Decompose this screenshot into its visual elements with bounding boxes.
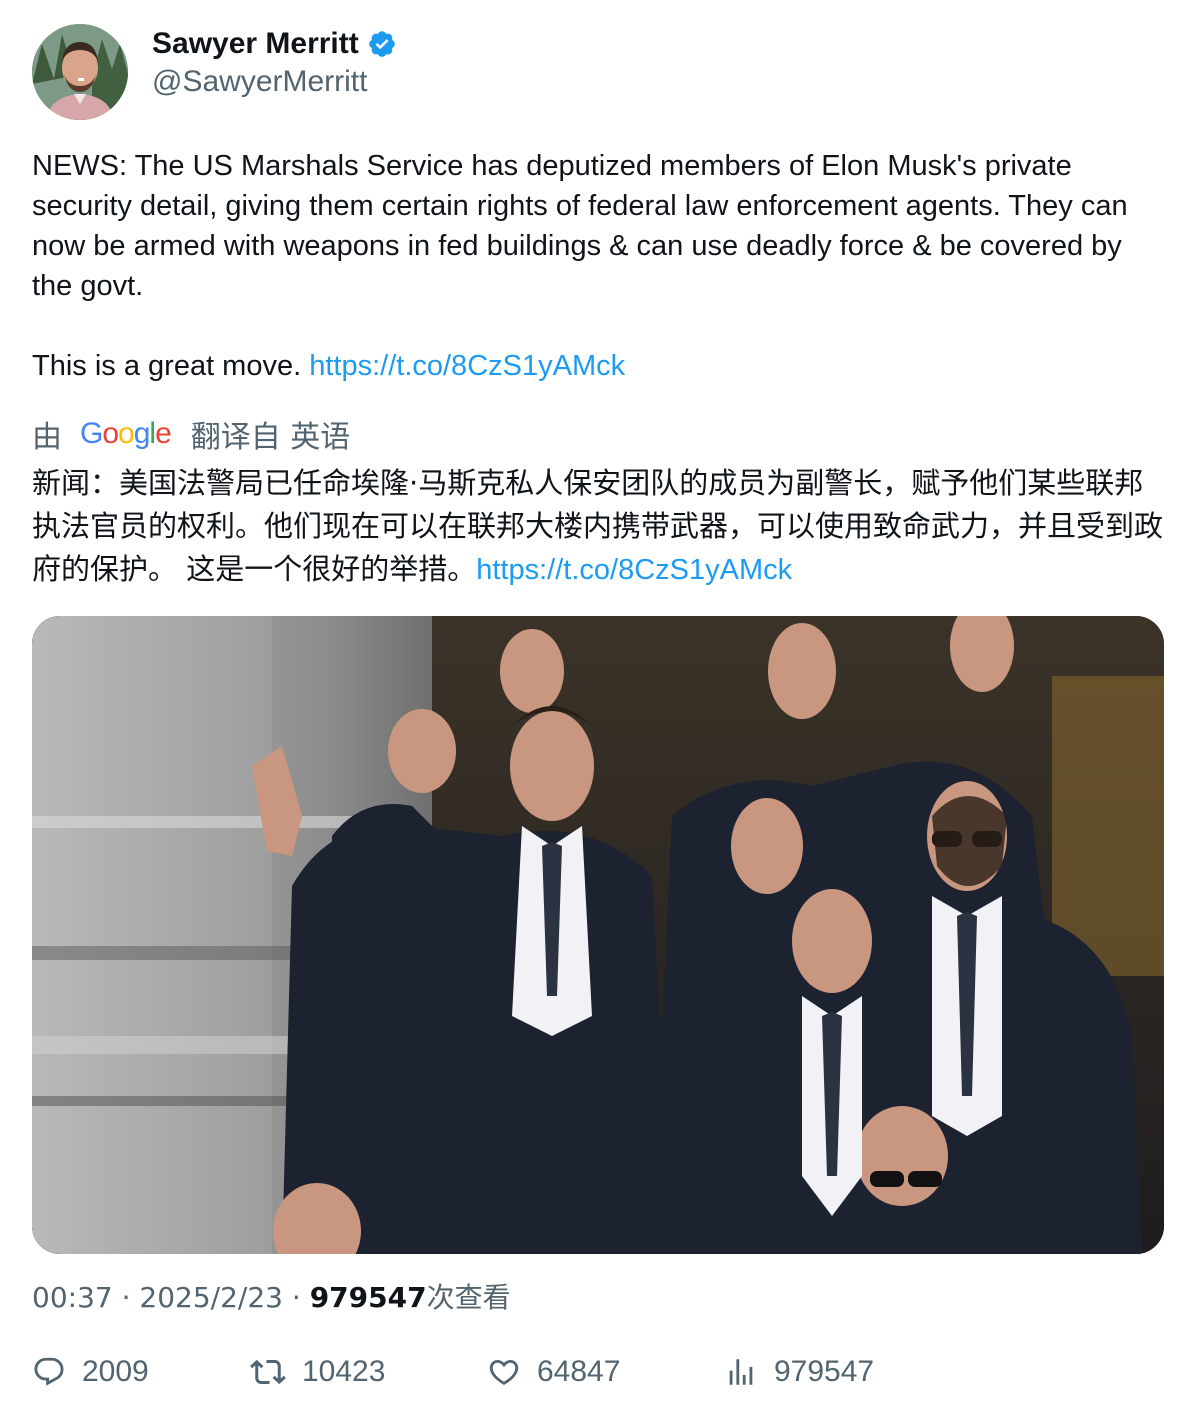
tweet: Sawyer Merritt @SawyerMerritt NEWS: The … (32, 24, 1164, 1316)
translated-link[interactable]: https://t.co/8CzS1yAMck (476, 554, 792, 586)
translation-attribution: 由 Google 翻译自 英语 (32, 412, 1164, 456)
retweet-icon (250, 1359, 286, 1385)
heart-icon (489, 1359, 519, 1385)
views-label: 次查看 (426, 1281, 511, 1314)
google-logo: Google (80, 417, 172, 450)
retweet-count: 10423 (302, 1355, 386, 1388)
author-names: Sawyer Merritt @SawyerMerritt (152, 24, 397, 102)
reply-icon (34, 1357, 64, 1386)
tweet-meta: 00:37 · 2025/2/23 · 979547次查看 (32, 1280, 1164, 1316)
author-display-name[interactable]: Sawyer Merritt (152, 26, 359, 62)
tweet-header: Sawyer Merritt @SawyerMerritt (32, 24, 1164, 120)
like-button[interactable]: 64847 (487, 1348, 620, 1396)
tweet-link[interactable]: https://t.co/8CzS1yAMck (309, 350, 625, 382)
verified-badge-icon (367, 29, 397, 59)
reply-button[interactable]: 2009 (32, 1348, 149, 1396)
translated-from-label[interactable]: 翻译自 英语 (191, 412, 351, 456)
tweet-text-main: NEWS: The US Marshals Service has deputi… (32, 150, 1128, 382)
tweet-date[interactable]: 2025/2/23 (139, 1281, 283, 1314)
avatar[interactable] (32, 24, 128, 120)
display-name-row: Sawyer Merritt (152, 26, 397, 62)
analytics-bar-icon (729, 1359, 753, 1385)
translated-text: 新闻：美国法警局已任命埃隆·马斯克私人保安团队的成员为副警长，赋予他们某些联邦执… (32, 462, 1164, 592)
like-count: 64847 (537, 1355, 621, 1388)
tweet-photo[interactable] (32, 616, 1164, 1254)
translated-by-label: 由 (32, 420, 62, 455)
reply-count: 2009 (82, 1355, 149, 1388)
views-action-count: 979547 (774, 1355, 875, 1388)
meta-separator: · (282, 1281, 310, 1314)
photo-men-in-suits-walking (32, 616, 1164, 1254)
tweet-text: NEWS: The US Marshals Service has deputi… (32, 146, 1164, 386)
avatar-image (32, 24, 128, 120)
views-button[interactable]: 979547 (724, 1348, 874, 1396)
action-bar: 2009 10423 64847 979547 (32, 1348, 932, 1396)
tweet-time[interactable]: 00:37 (32, 1281, 113, 1314)
retweet-button[interactable]: 10423 (250, 1348, 385, 1396)
meta-separator: · (112, 1281, 140, 1314)
author-handle[interactable]: @SawyerMerritt (152, 62, 397, 102)
views-count: 979547 (309, 1281, 427, 1314)
